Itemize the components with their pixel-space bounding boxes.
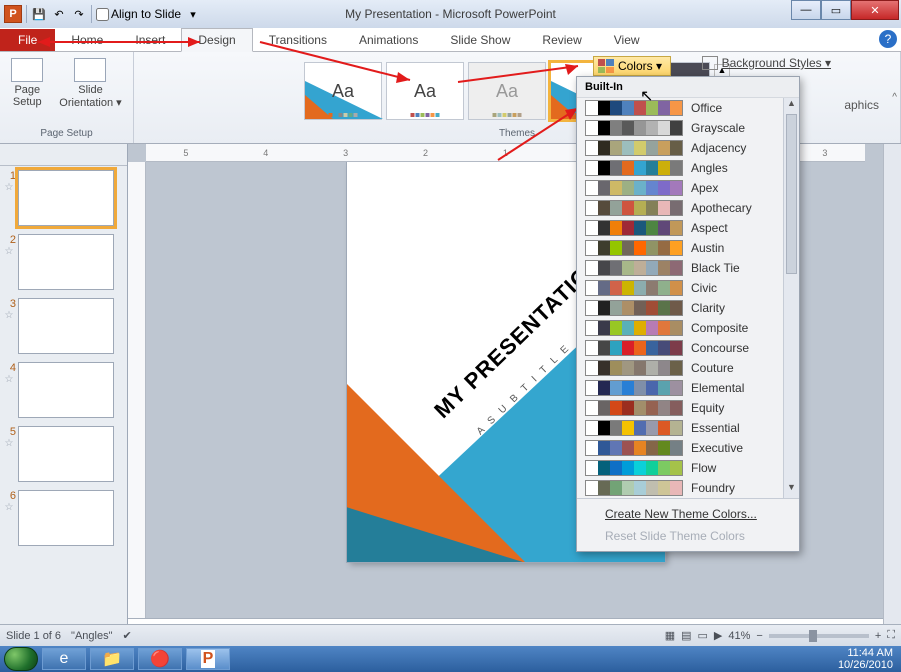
slide-thumbnail[interactable]: 2☆ [0, 230, 127, 294]
tab-design[interactable]: Design [181, 28, 252, 52]
slide-orientation-button[interactable]: Slide Orientation ▾ [55, 56, 125, 111]
thumbnails-tab[interactable] [0, 148, 127, 166]
themes-group-label: Themes [499, 126, 535, 141]
save-icon[interactable]: 💾 [31, 6, 47, 22]
qat-dropdown-icon[interactable]: ▾ [185, 6, 201, 22]
color-scheme-row[interactable]: Essential [577, 418, 799, 438]
view-normal-icon[interactable]: ▦ [665, 629, 675, 642]
create-new-theme-colors[interactable]: Create New Theme Colors... [583, 503, 793, 525]
color-scheme-row[interactable]: Equity [577, 398, 799, 418]
colors-menu-header: Built-In [577, 77, 799, 98]
app-icon[interactable]: P [4, 5, 22, 23]
theme-thumb[interactable]: Aa [304, 62, 382, 120]
zoom-level[interactable]: 41% [728, 630, 750, 642]
spellcheck-icon[interactable]: ✔ [123, 629, 132, 642]
slide-thumbnails-panel: 1☆2☆3☆4☆5☆6☆ [0, 144, 128, 646]
fit-to-window-icon[interactable]: ⛶ [887, 629, 895, 642]
color-scheme-row[interactable]: Couture [577, 358, 799, 378]
truncated-label: aphics [844, 98, 879, 112]
page-setup-group-label: Page Setup [40, 126, 92, 141]
color-scheme-row[interactable]: Composite [577, 318, 799, 338]
close-button[interactable]: ✕ [851, 0, 899, 20]
vertical-ruler [128, 162, 146, 646]
start-button[interactable] [4, 647, 38, 671]
cursor-icon: ↖ [640, 86, 653, 106]
status-bar: Slide 1 of 6 "Angles" ✔ ▦ ▤ ▭ ▶ 41% − + … [0, 624, 901, 646]
ribbon-tabs: File Home Insert Design Transitions Anim… [0, 28, 901, 52]
tab-slideshow[interactable]: Slide Show [434, 29, 526, 51]
taskbar-explorer-icon[interactable]: 📁 [90, 648, 134, 670]
menu-scrollbar[interactable]: ▲ ▼ [783, 98, 799, 498]
system-tray[interactable]: 11:44 AM 10/26/2010 [838, 647, 897, 671]
color-scheme-row[interactable]: Apothecary [577, 198, 799, 218]
zoom-slider[interactable] [769, 634, 869, 638]
scroll-down-icon[interactable]: ▼ [784, 482, 799, 498]
redo-icon[interactable]: ↷ [71, 6, 87, 22]
color-scheme-row[interactable]: Office [577, 98, 799, 118]
theme-thumb[interactable]: Aa [468, 62, 546, 120]
view-slideshow-icon[interactable]: ▶ [714, 629, 722, 642]
zoom-in-icon[interactable]: + [875, 630, 881, 642]
taskbar-camtasia-icon[interactable]: 🔴 [138, 648, 182, 670]
tab-file[interactable]: File [0, 29, 55, 51]
background-styles-button[interactable]: Background Styles ▾ [702, 56, 831, 70]
color-scheme-row[interactable]: Elemental [577, 378, 799, 398]
colors-button[interactable]: Colors ▾ [593, 56, 671, 76]
slide-thumbnail[interactable]: 1☆ [0, 166, 127, 230]
color-scheme-row[interactable]: Angles [577, 158, 799, 178]
slide-thumbnail[interactable]: 5☆ [0, 422, 127, 486]
color-scheme-row[interactable]: Black Tie [577, 258, 799, 278]
slide-thumbnail[interactable]: 6☆ [0, 486, 127, 550]
zoom-out-icon[interactable]: − [756, 630, 762, 642]
view-reading-icon[interactable]: ▭ [698, 629, 708, 642]
theme-thumb[interactable]: Aa [386, 62, 464, 120]
vertical-scrollbar[interactable] [883, 144, 901, 646]
color-scheme-row[interactable]: Executive [577, 438, 799, 458]
view-sorter-icon[interactable]: ▤ [681, 629, 691, 642]
color-scheme-row[interactable]: Clarity [577, 298, 799, 318]
orientation-icon [74, 58, 106, 82]
color-scheme-row[interactable]: Concourse [577, 338, 799, 358]
tab-animations[interactable]: Animations [343, 29, 434, 51]
scroll-up-icon[interactable]: ▲ [784, 98, 799, 114]
color-scheme-row[interactable]: Adjacency [577, 138, 799, 158]
slide-thumbnail[interactable]: 4☆ [0, 358, 127, 422]
undo-icon[interactable]: ↶ [51, 6, 67, 22]
tab-review[interactable]: Review [526, 29, 597, 51]
color-scheme-row[interactable]: Aspect [577, 218, 799, 238]
reset-theme-colors: Reset Slide Theme Colors [583, 525, 793, 547]
tab-transitions[interactable]: Transitions [253, 29, 343, 51]
tab-home[interactable]: Home [55, 29, 119, 51]
status-theme: "Angles" [71, 630, 112, 642]
taskbar-ie-icon[interactable]: e [42, 648, 86, 670]
color-scheme-row[interactable]: Grayscale [577, 118, 799, 138]
color-scheme-row[interactable]: Apex [577, 178, 799, 198]
color-scheme-row[interactable]: Foundry [577, 478, 799, 498]
slide-thumbnail[interactable]: 3☆ [0, 294, 127, 358]
tab-view[interactable]: View [598, 29, 656, 51]
minimize-button[interactable]: — [791, 0, 821, 20]
tab-insert[interactable]: Insert [119, 29, 181, 51]
color-scheme-row[interactable]: Flow [577, 458, 799, 478]
quick-access-toolbar: P 💾 ↶ ↷ Align to Slide ▾ [0, 5, 201, 23]
page-setup-icon [11, 58, 43, 82]
title-bar: P 💾 ↶ ↷ Align to Slide ▾ My Presentation… [0, 0, 901, 28]
ribbon-collapse-icon[interactable]: ^ [892, 92, 897, 103]
colors-dropdown-menu: Built-In OfficeGrayscaleAdjacencyAnglesA… [576, 76, 800, 552]
page-setup-button[interactable]: Page Setup [7, 56, 47, 111]
background-styles-icon [702, 56, 718, 70]
maximize-button[interactable]: ▭ [821, 0, 851, 20]
taskbar-powerpoint-icon[interactable]: P [186, 648, 230, 670]
align-to-slide-checkbox[interactable]: Align to Slide [96, 7, 181, 21]
color-scheme-row[interactable]: Civic [577, 278, 799, 298]
taskbar: e 📁 🔴 P 11:44 AM 10/26/2010 [0, 646, 901, 672]
color-scheme-row[interactable]: Austin [577, 238, 799, 258]
help-icon[interactable]: ? [879, 30, 897, 48]
status-slide-count: Slide 1 of 6 [6, 630, 61, 642]
